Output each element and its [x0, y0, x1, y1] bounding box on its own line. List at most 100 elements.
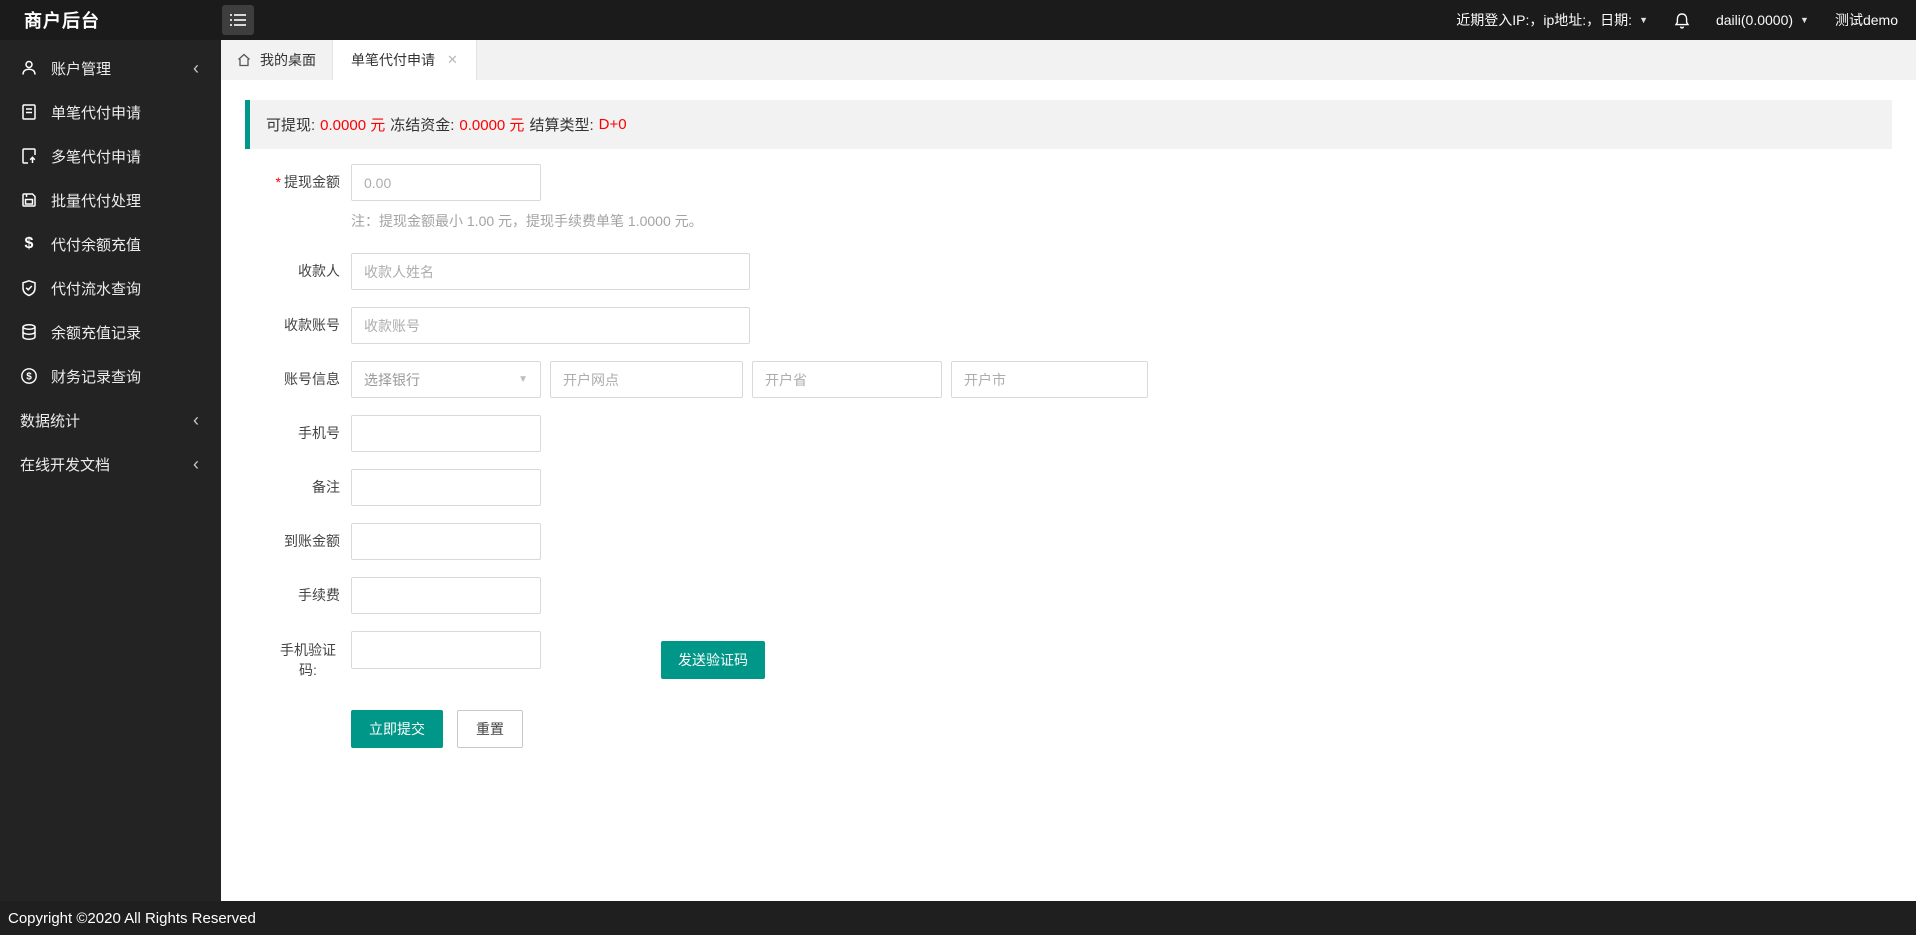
amount-input[interactable]	[351, 164, 541, 201]
sidebar-item-batch-payment[interactable]: 批量代付处理	[0, 178, 221, 222]
arrival-amount-label: 到账金额	[284, 533, 340, 549]
alert-label: 冻结资金:	[390, 117, 455, 134]
shield-check-icon	[20, 279, 38, 297]
bank-select[interactable]: 选择银行 ▼	[351, 361, 541, 398]
phone-input[interactable]	[351, 415, 541, 452]
footer: Copyright ©2020 All Rights Reserved	[0, 901, 1916, 935]
chevron-down-icon: ▼	[518, 374, 528, 385]
sidebar-item-label: 财务记录查询	[51, 368, 142, 386]
svg-text:$: $	[26, 372, 32, 383]
sidebar-item-label: 单笔代付申请	[51, 104, 142, 122]
sidebar-item-label: 余额充值记录	[51, 324, 142, 342]
topbar: 商户后台 近期登入IP:，ip地址:，日期: ▼ daili(0.0000) ▼…	[0, 0, 1916, 40]
bell-icon	[1674, 12, 1690, 29]
sidebar-item-balance-recharge[interactable]: $ 代付余额充值	[0, 222, 221, 266]
app-title: 商户后台	[24, 11, 100, 31]
chevron-left-icon: ‹	[193, 58, 199, 78]
sidebar-item-label: 数据统计	[20, 412, 81, 430]
user-name: daili(0.0000)	[1715, 12, 1794, 28]
required-asterisk: *	[275, 174, 281, 190]
city-input[interactable]	[951, 361, 1148, 398]
phone-label: 手机号	[298, 425, 340, 441]
sidebar: 账户管理 ‹ 单笔代付申请 多笔代付申请 批量代付处理 $ 代付余额充值 代付流…	[0, 40, 221, 901]
withdraw-form: *提现金额 注：提现金额最小 1.00 元，提现手续费单笔 1.0000 元。 …	[221, 164, 1916, 748]
copyright-text: Copyright ©2020 All Rights Reserved	[8, 909, 256, 927]
account-input[interactable]	[351, 307, 750, 344]
alert-value: D+0	[598, 116, 627, 133]
form-row-account: 收款账号	[221, 307, 1916, 344]
form-row-payee: 收款人	[221, 253, 1916, 290]
remark-label: 备注	[312, 479, 340, 495]
form-row-sms-code: 手机验证码: 发送验证码	[221, 631, 1916, 680]
amount-label: * 提现金额	[275, 174, 340, 190]
home-icon	[237, 53, 251, 67]
chevron-down-icon: ▼	[1800, 15, 1809, 25]
sidebar-item-label: 代付余额充值	[51, 236, 142, 254]
tab-single-payment[interactable]: 单笔代付申请 ✕	[333, 40, 477, 80]
close-icon[interactable]: ✕	[447, 52, 458, 68]
balance-alert: 可提现: 0.0000 元 冻结资金: 0.0000 元 结算类型: D+0	[245, 100, 1892, 149]
topbar-right: 近期登入IP:，ip地址:，日期: ▼ daili(0.0000) ▼ 测试de…	[1430, 10, 1916, 30]
dollar-icon: $	[24, 235, 34, 252]
bank-select-placeholder: 选择银行	[364, 371, 420, 388]
branch-input[interactable]	[550, 361, 743, 398]
form-row-account-info: 账号信息 选择银行 ▼	[221, 361, 1916, 398]
province-input[interactable]	[752, 361, 942, 398]
sidebar-toggle-button[interactable]	[222, 5, 254, 35]
sidebar-item-label: 多笔代付申请	[51, 148, 142, 166]
sidebar-item-account-management[interactable]: 账户管理 ‹	[0, 46, 221, 90]
user-dropdown[interactable]: daili(0.0000) ▼	[1716, 12, 1809, 28]
reset-button[interactable]: 重置	[457, 710, 523, 748]
merchant-name: 测试demo	[1834, 12, 1898, 28]
submit-button[interactable]: 立即提交	[351, 710, 443, 748]
sidebar-item-label: 代付流水查询	[51, 280, 142, 298]
sidebar-item-online-dev-docs[interactable]: 在线开发文档 ‹	[0, 442, 221, 486]
account-info-label: 账号信息	[284, 371, 340, 387]
tab-my-desktop[interactable]: 我的桌面	[221, 40, 333, 80]
payee-input[interactable]	[351, 253, 750, 290]
form-row-arrival-amount: 到账金额	[221, 523, 1916, 560]
sidebar-item-single-payment[interactable]: 单笔代付申请	[0, 90, 221, 134]
send-code-button[interactable]: 发送验证码	[661, 641, 765, 679]
arrival-amount-input[interactable]	[351, 523, 541, 560]
sms-code-input[interactable]	[351, 631, 541, 669]
account-label: 收款账号	[284, 317, 340, 333]
form-row-fee: 手续费	[221, 577, 1916, 614]
main-area: 我的桌面 单笔代付申请 ✕ 可提现: 0.0000 元 冻结资金: 0.0000…	[221, 40, 1916, 901]
form-row-amount: * 提现金额	[221, 164, 1916, 201]
sidebar-item-recharge-records[interactable]: 余额充值记录	[0, 310, 221, 354]
tab-label: 我的桌面	[260, 52, 316, 68]
tab-bar: 我的桌面 单笔代付申请 ✕	[221, 40, 1916, 80]
alert-value: 0.0000 元	[459, 117, 525, 134]
form-row-phone: 手机号	[221, 415, 1916, 452]
payee-label: 收款人	[298, 263, 340, 279]
fee-input[interactable]	[351, 577, 541, 614]
chevron-left-icon: ‹	[193, 454, 199, 474]
sidebar-item-data-statistics[interactable]: 数据统计 ‹	[0, 398, 221, 442]
sidebar-item-multi-payment[interactable]: 多笔代付申请	[0, 134, 221, 178]
notifications-button[interactable]	[1674, 12, 1690, 29]
chevron-left-icon: ‹	[193, 410, 199, 430]
alert-label: 可提现:	[266, 117, 316, 134]
sidebar-item-payment-flow-query[interactable]: 代付流水查询	[0, 266, 221, 310]
document-icon	[20, 103, 38, 121]
hamburger-icon	[229, 13, 247, 27]
amount-note: 注：提现金额最小 1.00 元，提现手续费单笔 1.0000 元。	[351, 213, 703, 229]
chevron-down-icon: ▼	[1639, 15, 1648, 25]
sidebar-item-finance-records-query[interactable]: $ 财务记录查询	[0, 354, 221, 398]
login-info-dropdown[interactable]: 近期登入IP:，ip地址:，日期: ▼	[1456, 10, 1648, 30]
form-row-remark: 备注	[221, 469, 1916, 506]
document-arrow-icon	[20, 147, 38, 165]
login-info-text: 近期登入IP:，ip地址:，日期:	[1456, 12, 1633, 28]
sidebar-item-label: 批量代付处理	[51, 192, 142, 210]
sidebar-item-label: 在线开发文档	[20, 456, 111, 474]
tab-label: 单笔代付申请	[351, 52, 435, 68]
sms-code-label: 手机验证码:	[280, 642, 336, 678]
layout: 账户管理 ‹ 单笔代付申请 多笔代付申请 批量代付处理 $ 代付余额充值 代付流…	[0, 40, 1916, 901]
page-content: 可提现: 0.0000 元 冻结资金: 0.0000 元 结算类型: D+0 *…	[221, 80, 1916, 901]
save-disk-icon	[20, 191, 38, 209]
remark-input[interactable]	[351, 469, 541, 506]
database-icon	[20, 323, 38, 341]
user-icon	[20, 59, 38, 77]
sidebar-item-label: 账户管理	[51, 60, 112, 78]
